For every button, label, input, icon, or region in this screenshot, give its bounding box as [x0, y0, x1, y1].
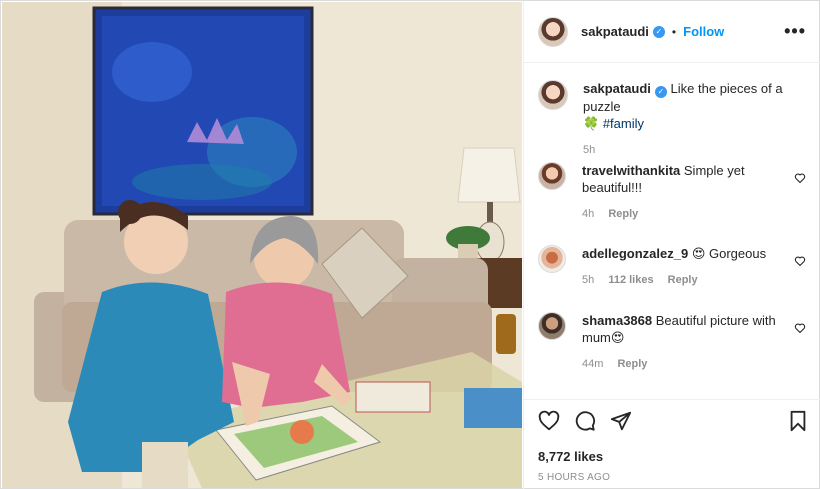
- caption-avatar[interactable]: [538, 80, 568, 110]
- heart-icon[interactable]: [538, 410, 560, 432]
- post-photo[interactable]: [2, 2, 522, 488]
- more-options-icon[interactable]: •••: [784, 21, 806, 42]
- comment-meta: 44m Reply: [582, 358, 806, 370]
- comment-username[interactable]: shama3868: [582, 313, 652, 328]
- comments-section[interactable]: sakpataudi ✓ Like the pieces of a puzzle …: [524, 63, 820, 398]
- caption: sakpataudi ✓ Like the pieces of a puzzle …: [538, 80, 806, 156]
- action-icons: [538, 410, 808, 436]
- comment-like-heart-icon[interactable]: [794, 255, 806, 267]
- instagram-post: sakpataudi ✓ • Follow ••• sakpataudi ✓ Li…: [0, 0, 820, 489]
- comment-meta: 5h 112 likes Reply: [582, 274, 806, 286]
- list-item: shama3868 Beautiful picture with mum😍 44…: [538, 312, 806, 370]
- comment-username[interactable]: adellegonzalez_9: [582, 246, 688, 261]
- verified-badge-icon: ✓: [652, 25, 665, 38]
- comment-likes[interactable]: 112 likes: [608, 274, 653, 286]
- post-timestamp[interactable]: 5 HOURS AGO: [538, 472, 610, 483]
- side-panel: sakpataudi ✓ • Follow ••• sakpataudi ✓ Li…: [523, 1, 820, 489]
- comment-username[interactable]: travelwithankita: [582, 163, 680, 178]
- verified-badge-icon: ✓: [654, 86, 667, 98]
- comment-icon[interactable]: [574, 410, 596, 432]
- caption-time[interactable]: 5h: [583, 144, 595, 156]
- comment-like-heart-icon[interactable]: [794, 322, 806, 334]
- comment-like-heart-icon[interactable]: [794, 172, 806, 184]
- comment-text-block: adellegonzalez_9 😍 Gorgeous: [582, 245, 778, 262]
- list-item: adellegonzalez_9 😍 Gorgeous 5h 112 likes…: [538, 245, 806, 286]
- comment-meta: 4h Reply: [582, 208, 806, 220]
- caption-username[interactable]: sakpataudi: [583, 81, 651, 96]
- post-header: sakpataudi ✓ • Follow •••: [524, 1, 820, 63]
- commenter-avatar[interactable]: [538, 162, 566, 190]
- caption-text-block: sakpataudi ✓ Like the pieces of a puzzle …: [583, 80, 788, 132]
- post-image: [2, 2, 522, 488]
- reply-button[interactable]: Reply: [608, 208, 638, 220]
- header-username[interactable]: sakpataudi: [581, 24, 649, 39]
- comment-time[interactable]: 5h: [582, 274, 594, 286]
- post-actions: 8,772 likes 5 HOURS AGO: [524, 399, 820, 489]
- comment-text-block: travelwithankita Simple yet beautiful!!!: [582, 162, 778, 196]
- likes-count[interactable]: 8,772 likes: [538, 449, 603, 464]
- commenter-avatar[interactable]: [538, 245, 566, 273]
- comment-time[interactable]: 44m: [582, 358, 603, 370]
- comment-text: 😍 Gorgeous: [691, 246, 767, 261]
- send-icon[interactable]: [610, 410, 632, 432]
- clover-emoji-icon: 🍀: [583, 116, 600, 131]
- comment-text-block: shama3868 Beautiful picture with mum😍: [582, 312, 778, 346]
- follow-button[interactable]: Follow: [683, 24, 724, 39]
- separator-dot: •: [671, 24, 677, 39]
- comment-time[interactable]: 4h: [582, 208, 594, 220]
- bookmark-icon[interactable]: [788, 410, 808, 432]
- commenter-avatar[interactable]: [538, 312, 566, 340]
- reply-button[interactable]: Reply: [668, 274, 698, 286]
- caption-meta: 5h: [583, 144, 806, 156]
- list-item: travelwithankita Simple yet beautiful!!!…: [538, 162, 806, 220]
- hashtag-link[interactable]: #family: [603, 116, 644, 131]
- reply-button[interactable]: Reply: [617, 358, 647, 370]
- avatar[interactable]: [538, 16, 568, 47]
